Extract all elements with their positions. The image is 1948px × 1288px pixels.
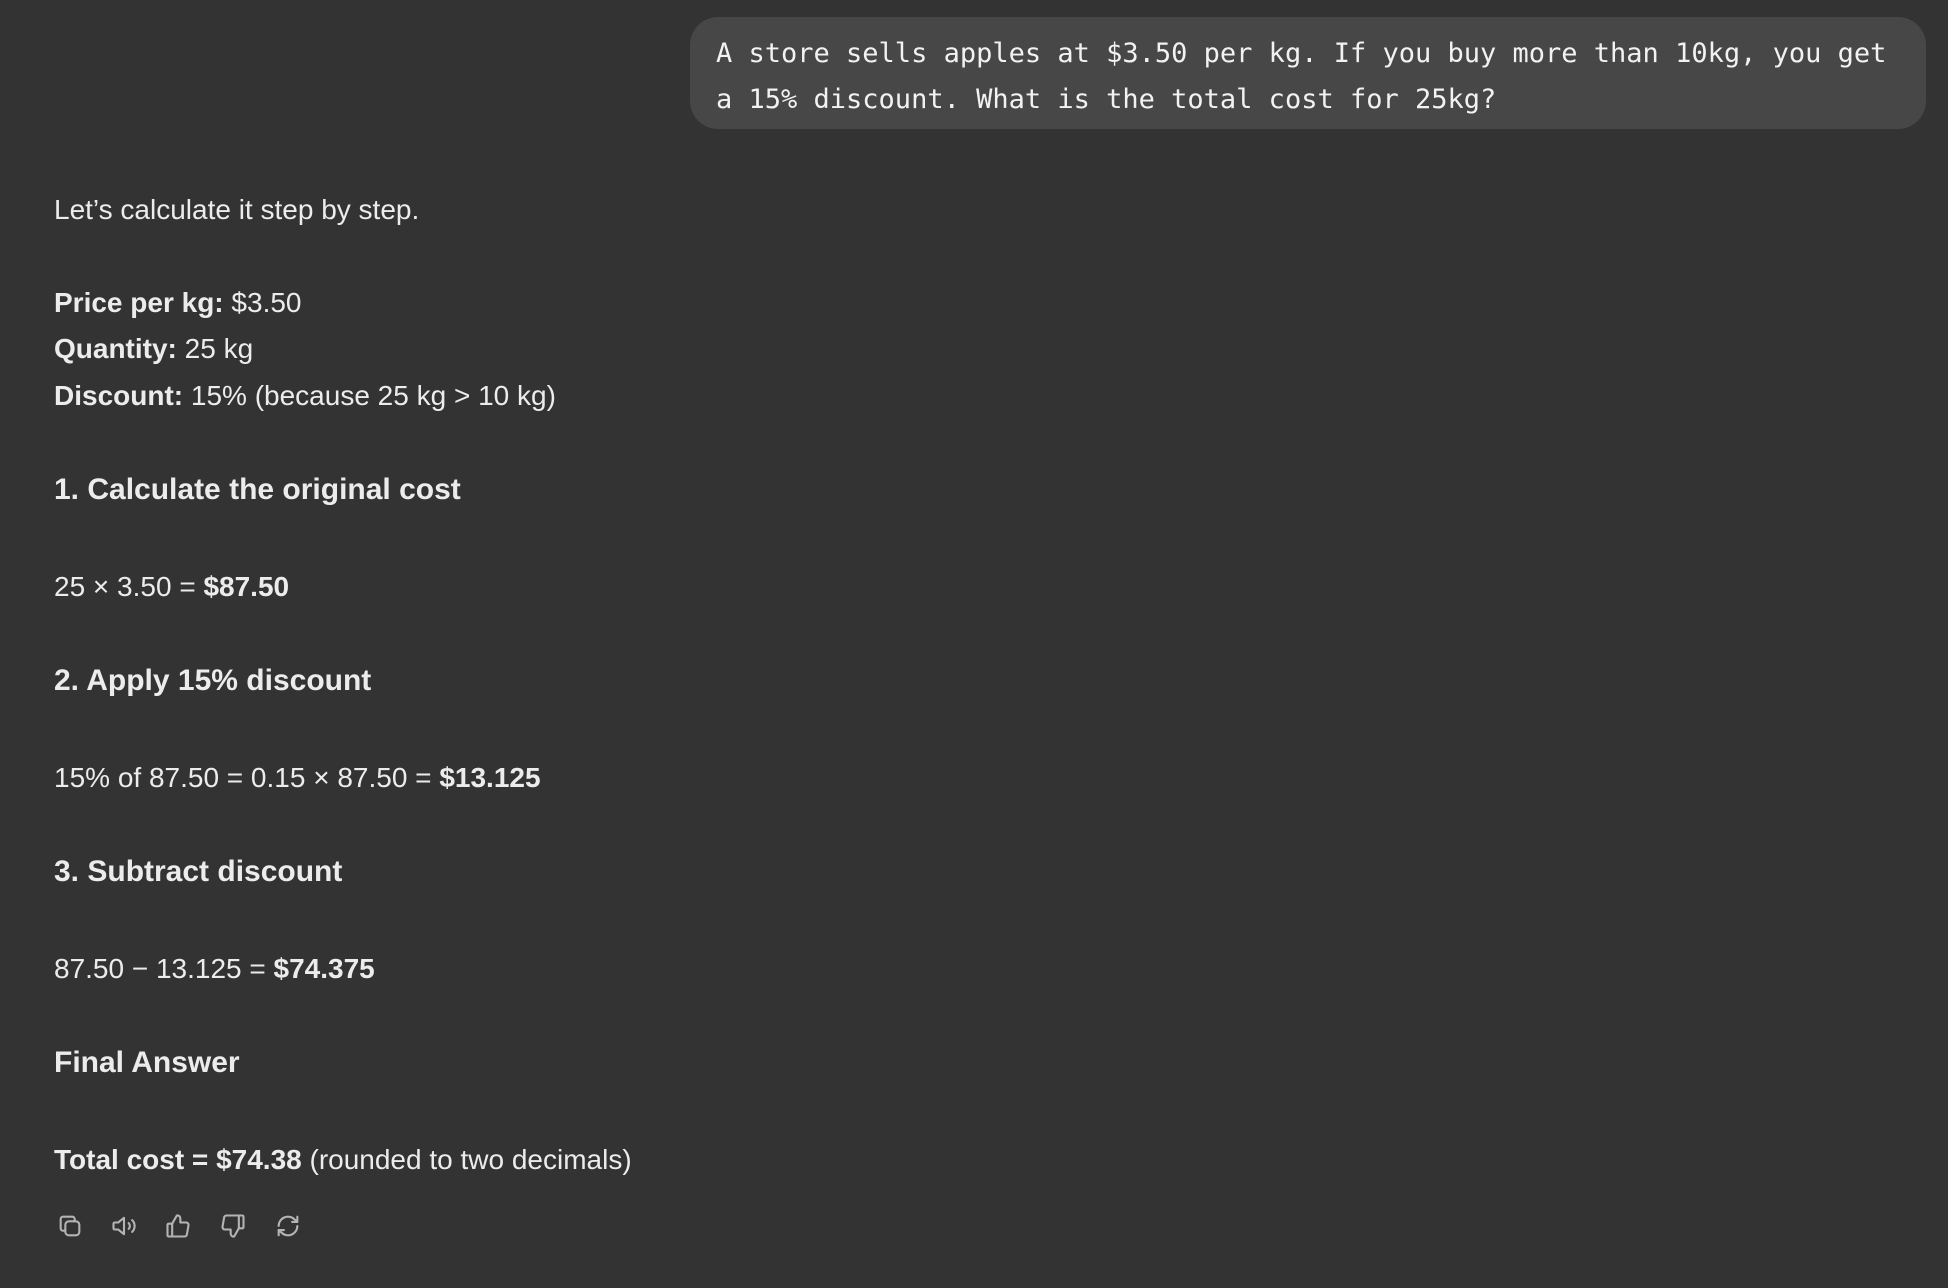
step-3-heading: 3. Subtract discount [54, 855, 343, 888]
step-3-expr: 87.50 − 13.125 = [54, 953, 274, 984]
given-price-label: Price per kg: [54, 287, 224, 318]
user-message-text: A store sells apples at $3.50 per kg. If… [716, 38, 1887, 115]
read-aloud-icon [112, 1216, 136, 1236]
given-price: Price per kg: $3.50 [54, 283, 302, 323]
given-quantity-value: 25 kg [176, 333, 254, 364]
step-1-expr: 25 × 3.50 = [54, 571, 204, 602]
thumbs-up-icon [166, 1214, 190, 1238]
intro-text: Let’s calculate it step by step. [54, 194, 420, 225]
copy-icon [59, 1215, 81, 1237]
given-discount-value: 15% (because 25 kg > 10 kg) [183, 380, 556, 411]
read-aloud-button[interactable] [108, 1210, 140, 1242]
step-1-heading: 1. Calculate the original cost [54, 473, 461, 506]
given-discount: Discount: 15% (because 25 kg > 10 kg) [54, 376, 556, 416]
step-3-expression: 87.50 − 13.125 = $74.375 [54, 949, 375, 989]
thumbs-up-button[interactable] [162, 1210, 194, 1242]
user-message-bubble: A store sells apples at $3.50 per kg. If… [690, 17, 1926, 129]
step-3-result: $74.375 [273, 953, 375, 984]
step-2-expression: 15% of 87.50 = 0.15 × 87.50 = $13.125 [54, 758, 541, 798]
given-quantity: Quantity: 25 kg [54, 329, 253, 369]
given-discount-label: Discount: [54, 380, 184, 411]
step-2-heading: 2. Apply 15% discount [54, 664, 372, 697]
final-answer-note: (rounded to two decimals) [301, 1144, 632, 1175]
regenerate-button[interactable] [272, 1210, 304, 1242]
given-price-value: $3.50 [223, 287, 302, 318]
regenerate-icon [277, 1215, 299, 1237]
thumbs-down-icon [221, 1214, 245, 1238]
thumbs-down-button[interactable] [217, 1210, 249, 1242]
copy-button[interactable] [54, 1210, 86, 1242]
final-answer: Total cost = $74.38 (rounded to two deci… [54, 1140, 632, 1180]
step-2-expr: 15% of 87.50 = 0.15 × 87.50 = [54, 762, 440, 793]
final-answer-label: Total cost = $74.38 [54, 1144, 302, 1175]
given-quantity-label: Quantity: [54, 333, 177, 364]
final-answer-heading: Final Answer [54, 1046, 240, 1079]
step-2-result: $13.125 [439, 762, 541, 793]
step-1-expression: 25 × 3.50 = $87.50 [54, 567, 289, 607]
step-1-result: $87.50 [203, 571, 290, 602]
